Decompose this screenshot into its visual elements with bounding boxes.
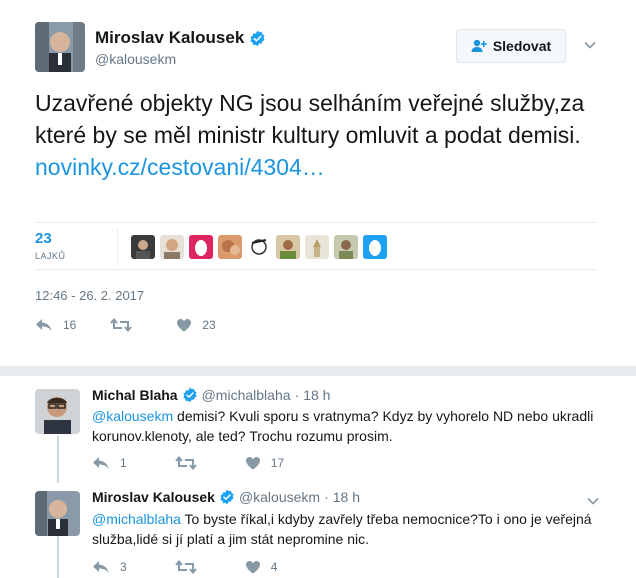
tweet-link[interactable]: novinky.cz/cestovani/4304… — [35, 151, 595, 183]
tweet-timestamp[interactable]: 12:46 - 26. 2. 2017 — [35, 288, 144, 303]
reply-author-name[interactable]: Michal Blaha — [92, 387, 178, 403]
reply-icon — [36, 319, 52, 331]
author-handle[interactable]: @kalousekm — [95, 51, 176, 67]
reply-count: 3 — [120, 560, 127, 574]
stats-divider — [117, 229, 118, 265]
likes-count[interactable]: 23 — [35, 230, 52, 247]
liker-avatar[interactable] — [276, 235, 300, 259]
reply-avatar[interactable] — [35, 389, 80, 434]
reply-avatar[interactable] — [35, 491, 80, 536]
follow-button[interactable]: Sledovat — [456, 29, 566, 63]
reply-icon — [93, 561, 109, 573]
retweet-icon — [174, 560, 197, 574]
thread-line — [57, 436, 59, 483]
liker-avatar[interactable] — [189, 235, 213, 259]
retweet-icon — [174, 456, 197, 470]
reply-count: 16 — [63, 318, 77, 332]
reply-author-handle[interactable]: @michalblaha — [202, 387, 291, 403]
heart-icon — [177, 319, 192, 332]
reply-actions: 1 17 — [92, 456, 332, 470]
like-count: 17 — [270, 456, 285, 470]
like-button[interactable]: 17 — [245, 456, 284, 470]
likes-label: LAJKŮ — [35, 251, 66, 261]
tweet-body: Uzavřené objekty NG jsou selháním veřejn… — [35, 90, 585, 148]
like-count: 4 — [270, 560, 278, 574]
liker-avatar[interactable] — [247, 235, 271, 259]
retweet-button[interactable] — [174, 456, 197, 470]
reply-count: 1 — [120, 456, 127, 470]
reply-mention[interactable]: @kalousekm — [92, 408, 173, 424]
liker-avatar[interactable] — [160, 235, 184, 259]
tweet-text: Uzavřené objekty NG jsou selháním veřejn… — [35, 87, 595, 183]
reply-button[interactable]: 1 — [92, 456, 127, 470]
liker-avatar[interactable] — [218, 235, 242, 259]
tweet-stats: 23 LAJKŮ — [35, 222, 597, 270]
retweet-icon — [110, 318, 133, 332]
reply-text: @kalousekm demisi? Kvuli sporu s vratnym… — [92, 406, 612, 446]
thread-line — [57, 536, 59, 578]
follow-label: Sledovat — [492, 38, 552, 54]
author-name-text: Miroslav Kalousek — [95, 28, 245, 47]
chevron-down-icon[interactable] — [583, 38, 597, 52]
liker-avatar[interactable] — [363, 235, 387, 259]
like-button[interactable]: 23 — [176, 318, 216, 332]
reply-button[interactable]: 3 — [92, 560, 127, 574]
heart-icon — [245, 457, 260, 470]
reply-separator: · — [324, 489, 329, 505]
tweet-actions: 16 23 — [35, 318, 250, 332]
add-user-icon — [471, 39, 487, 52]
reply-separator: · — [294, 387, 300, 403]
reply-mention[interactable]: @michalblaha — [92, 511, 181, 527]
reply-time[interactable]: 18 h — [333, 489, 360, 505]
liker-avatar[interactable] — [334, 235, 358, 259]
verified-badge-icon — [250, 30, 265, 46]
liker-avatar[interactable] — [305, 235, 329, 259]
verified-badge-icon — [220, 489, 234, 505]
section-divider — [0, 366, 636, 376]
liker-avatar[interactable] — [131, 235, 155, 259]
retweet-button[interactable] — [110, 318, 142, 332]
reply-time[interactable]: 18 h — [303, 387, 330, 403]
retweet-button[interactable] — [174, 560, 197, 574]
author-avatar[interactable] — [35, 22, 85, 72]
likers-avatars — [131, 235, 392, 259]
chevron-down-icon[interactable] — [586, 494, 600, 508]
reply-actions: 3 4 — [92, 560, 325, 574]
heart-icon — [245, 561, 260, 574]
verified-badge-icon — [182, 387, 197, 403]
reply-header: Michal Blaha @michalblaha · 18 h — [92, 387, 330, 403]
reply-header: Miroslav Kalousek @kalousekm · 18 h — [92, 489, 360, 505]
reply-icon — [93, 457, 109, 469]
like-button[interactable]: 4 — [245, 560, 278, 574]
reply-text: @michalblaha To byste říkal,i kdyby zavř… — [92, 509, 612, 549]
reply-author-name[interactable]: Miroslav Kalousek — [92, 489, 215, 505]
like-count: 23 — [202, 318, 216, 332]
reply-button[interactable]: 16 — [35, 318, 76, 332]
author-name[interactable]: Miroslav Kalousek — [95, 28, 266, 48]
main-tweet: Miroslav Kalousek @kalousekm Sledovat Uz… — [0, 0, 636, 366]
reply-author-handle[interactable]: @kalousekm — [239, 489, 320, 505]
